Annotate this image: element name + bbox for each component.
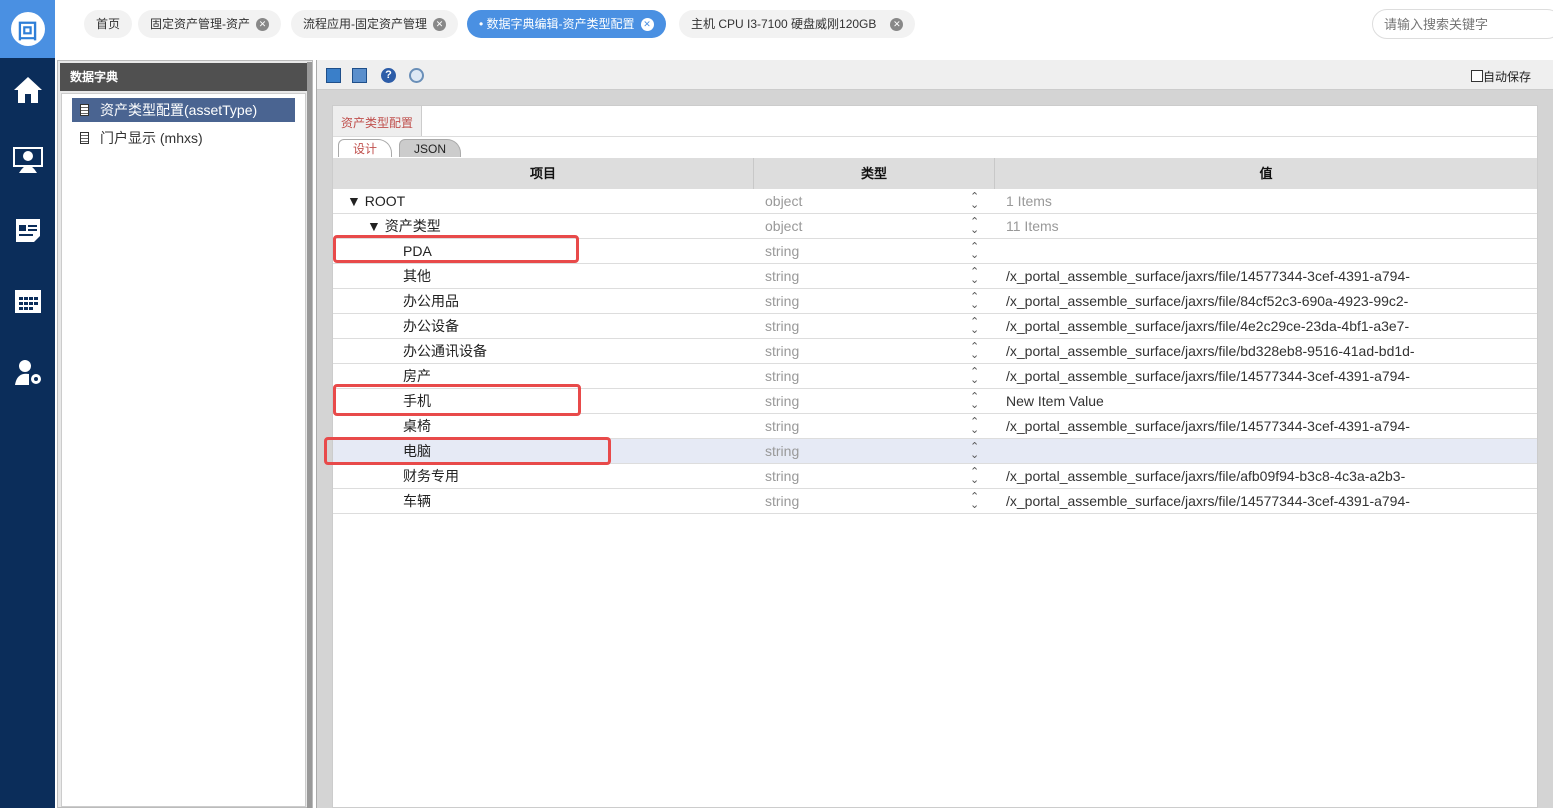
table-row[interactable]: 车辆 string ⌃ ⌄ /x_portal_assemble_surface/jax… bbox=[333, 489, 1537, 514]
row-type[interactable]: object bbox=[765, 189, 802, 214]
grid-header: 项目 类型 值 bbox=[333, 158, 1537, 189]
calendar-icon[interactable] bbox=[0, 280, 55, 320]
row-value[interactable]: /x_portal_assemble_surface/jaxrs/file/14… bbox=[1006, 364, 1410, 389]
tab-host-cpu[interactable]: 主机 CPU I3-7100 硬盘威刚120GB ✕ bbox=[679, 10, 916, 38]
logo[interactable]: 回 bbox=[0, 0, 55, 58]
checkbox-icon[interactable] bbox=[1470, 70, 1483, 82]
close-icon[interactable]: ✕ bbox=[640, 18, 654, 32]
table-row[interactable]: ▼ ROOT object ⌃ ⌄ 1 Items bbox=[333, 189, 1537, 214]
table-row[interactable]: 其他 string ⌃ ⌄ /x_portal_assemble_surface/jax… bbox=[333, 264, 1537, 289]
row-type[interactable]: string bbox=[765, 339, 799, 364]
row-key[interactable]: 其他 bbox=[403, 264, 431, 289]
tab-asset-type-config[interactable]: 资产类型配置 bbox=[333, 106, 423, 136]
user-settings-icon[interactable] bbox=[0, 352, 55, 392]
row-type[interactable]: string bbox=[765, 314, 799, 339]
row-type[interactable]: string bbox=[765, 264, 799, 289]
row-type[interactable]: string bbox=[765, 414, 799, 439]
tab-dictionary-edit[interactable]: • 数据字典编辑-资产类型配置 ✕ bbox=[467, 10, 666, 38]
col-value: 值 bbox=[1259, 166, 1273, 181]
annotation-box bbox=[333, 384, 581, 416]
save-icon[interactable] bbox=[326, 68, 341, 83]
tab-json[interactable]: JSON bbox=[399, 139, 462, 157]
news-icon[interactable] bbox=[0, 210, 55, 250]
row-value[interactable]: /x_portal_assemble_surface/jaxrs/file/14… bbox=[1006, 414, 1410, 439]
panel-title: 数据字典 bbox=[60, 63, 310, 91]
col-item: 项目 bbox=[333, 158, 754, 189]
table-row[interactable]: 办公用品 string ⌃ ⌄ /x_portal_assemble_surface/j… bbox=[333, 289, 1537, 314]
annotation-box bbox=[333, 235, 579, 263]
row-key[interactable]: 桌椅 bbox=[403, 414, 431, 439]
type-select-icon[interactable]: ⌃ ⌄ bbox=[970, 192, 979, 211]
search-input[interactable] bbox=[1372, 9, 1553, 39]
close-icon[interactable]: ✕ bbox=[256, 18, 269, 32]
row-type[interactable]: string bbox=[765, 364, 799, 389]
logo-icon: 回 bbox=[10, 12, 45, 46]
row-type[interactable]: string bbox=[765, 489, 799, 514]
row-value[interactable]: /x_portal_assemble_surface/jaxrs/file/14… bbox=[1006, 489, 1410, 514]
side-nav: 回 bbox=[0, 0, 55, 808]
document-icon bbox=[80, 104, 89, 116]
top-bar: 首页 固定资产管理-资产 ✕ 流程应用-固定资产管理 ✕ • 数据字典编辑-资产类型… bbox=[55, 0, 1553, 58]
row-value[interactable]: /x_portal_assemble_surface/jaxrs/file/14… bbox=[1006, 264, 1410, 289]
monitor-user-icon[interactable] bbox=[0, 140, 55, 180]
tab-home[interactable]: 首页 bbox=[84, 10, 133, 38]
tab-process-app[interactable]: 流程应用-固定资产管理 ✕ bbox=[291, 10, 458, 38]
row-value[interactable]: /x_portal_assemble_surface/jaxrs/file/bd… bbox=[1006, 339, 1415, 364]
type-select-icon[interactable]: ⌃ ⌄ bbox=[970, 292, 979, 311]
type-select-icon[interactable]: ⌃ ⌄ bbox=[970, 317, 979, 336]
type-select-icon[interactable]: ⌃ ⌄ bbox=[970, 442, 979, 461]
type-select-icon[interactable]: ⌃ ⌄ bbox=[970, 417, 979, 436]
row-key[interactable]: 车辆 bbox=[403, 489, 431, 514]
type-select-icon[interactable]: ⌃ ⌄ bbox=[970, 467, 979, 486]
tab-fixed-asset[interactable]: 固定资产管理-资产 ✕ bbox=[138, 10, 281, 38]
table-row[interactable]: 财务专用 string ⌃ ⌄ /x_portal_assemble_surface/j… bbox=[333, 464, 1537, 489]
close-icon[interactable]: ✕ bbox=[433, 18, 446, 32]
annotation-box bbox=[324, 437, 611, 465]
type-select-icon[interactable]: ⌃ ⌄ bbox=[970, 492, 979, 511]
row-type[interactable]: object bbox=[765, 214, 802, 239]
autosave-checkbox[interactable]: 自动保存 bbox=[1470, 68, 1531, 85]
row-type[interactable]: string bbox=[765, 464, 799, 489]
type-select-icon[interactable]: ⌃ ⌄ bbox=[970, 267, 979, 286]
row-type[interactable]: string bbox=[765, 239, 799, 264]
row-type[interactable]: string bbox=[765, 439, 799, 464]
tab-design[interactable]: 设计 bbox=[338, 139, 393, 157]
row-type[interactable]: string bbox=[765, 289, 799, 314]
row-value[interactable]: /x_portal_assemble_surface/jaxrs/file/84… bbox=[1006, 289, 1408, 314]
row-value[interactable]: /x_portal_assemble_surface/jaxrs/file/4e… bbox=[1006, 314, 1409, 339]
type-select-icon[interactable]: ⌃ ⌄ bbox=[970, 242, 979, 261]
tree-item-assettype[interactable]: 资产类型配置(assetType) bbox=[72, 98, 295, 122]
tree-item-mhxs[interactable]: 门户显示 (mhxs) bbox=[72, 126, 295, 150]
type-select-icon[interactable]: ⌃ ⌄ bbox=[970, 217, 979, 236]
row-key[interactable]: 办公通讯设备 bbox=[403, 339, 487, 364]
table-row[interactable]: 办公通讯设备 string ⌃ ⌄ /x_portal_assemble_surface… bbox=[333, 339, 1537, 364]
row-type[interactable]: string bbox=[765, 389, 799, 414]
row-value[interactable]: New Item Value bbox=[1006, 389, 1104, 414]
type-select-icon[interactable]: ⌃ ⌄ bbox=[970, 367, 979, 386]
table-row[interactable]: 办公设备 string ⌃ ⌄ /x_portal_assemble_surface/j… bbox=[333, 314, 1537, 339]
row-key[interactable]: 财务专用 bbox=[403, 464, 459, 489]
document-icon bbox=[80, 132, 89, 144]
toolbar: ? 自动保存 bbox=[317, 60, 1553, 90]
help-icon[interactable]: ? bbox=[381, 68, 396, 83]
type-select-icon[interactable]: ⌃ ⌄ bbox=[970, 342, 979, 361]
row-key[interactable]: 办公用品 bbox=[403, 289, 459, 314]
row-value[interactable]: 1 Items bbox=[1006, 189, 1052, 214]
row-key[interactable]: 办公设备 bbox=[403, 314, 459, 339]
row-value[interactable]: /x_portal_assemble_surface/jaxrs/file/af… bbox=[1006, 464, 1405, 489]
home-icon[interactable] bbox=[0, 70, 55, 110]
splitter[interactable] bbox=[307, 62, 312, 808]
editor-panel: ? 自动保存 资产类型配置 设计 JSON 项目 类型 值 ▼ ROOT obje… bbox=[316, 60, 1553, 808]
dictionary-panel: 数据字典 资产类型配置(assetType) 门户显示 (mhxs) bbox=[57, 60, 313, 808]
type-select-icon[interactable]: ⌃ ⌄ bbox=[970, 392, 979, 411]
table-row[interactable]: 桌椅 string ⌃ ⌄ /x_portal_assemble_surface/jax… bbox=[333, 414, 1537, 439]
save-as-icon[interactable] bbox=[352, 68, 367, 83]
row-key[interactable]: ▼ ROOT bbox=[347, 189, 405, 214]
dictionary-tree: 资产类型配置(assetType) 门户显示 (mhxs) bbox=[61, 93, 306, 807]
close-icon[interactable]: ✕ bbox=[890, 18, 904, 32]
row-value[interactable]: 11 Items bbox=[1006, 214, 1059, 239]
col-type: 类型 bbox=[754, 158, 995, 189]
search-icon[interactable] bbox=[409, 68, 424, 83]
